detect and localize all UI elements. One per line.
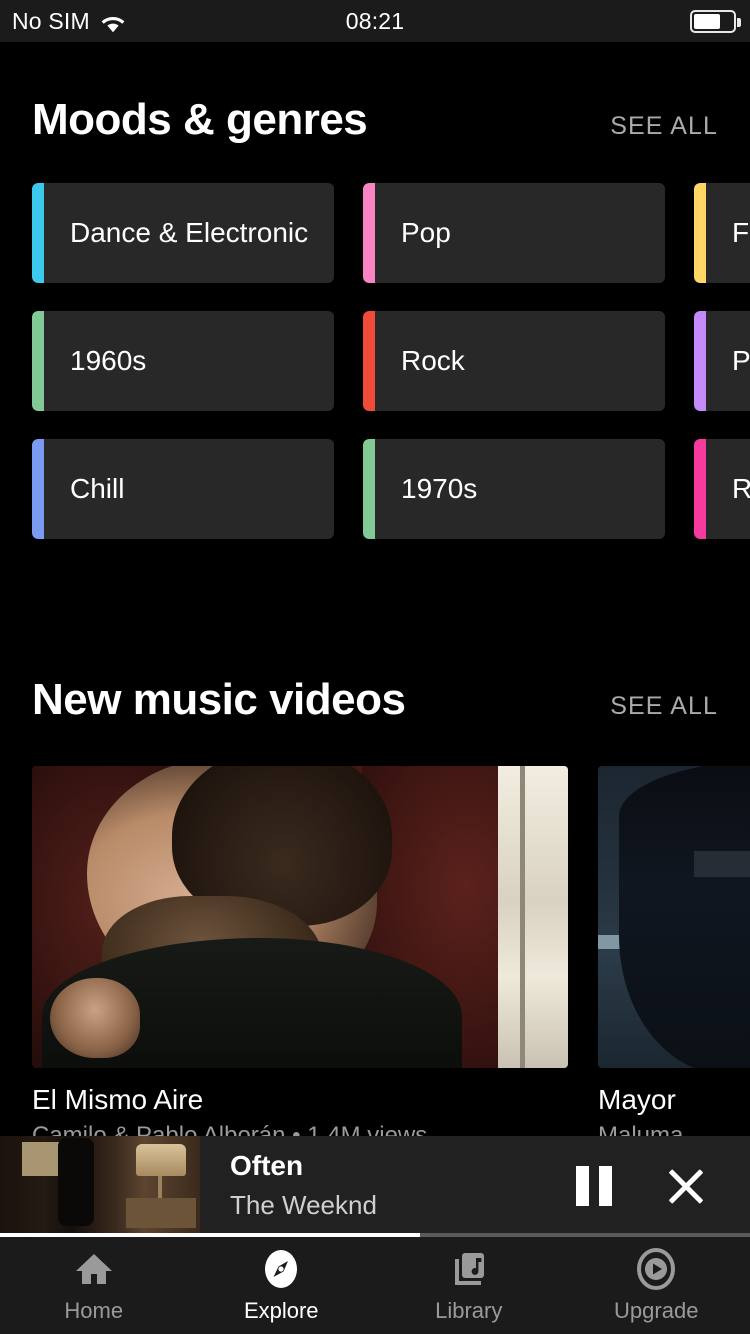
battery-icon [690,9,741,33]
compass-icon [260,1248,302,1290]
chip-label: 1970s [401,473,478,504]
video-title: Mayor [598,1084,676,1115]
chip-label: Pop [401,217,451,248]
genre-chip[interactable]: R [694,439,750,539]
chip-accent-bar [32,311,44,411]
mini-player-artist: The Weeknd [230,1190,377,1220]
genre-chip[interactable]: 1970s [363,439,665,539]
chip-accent-bar [363,439,375,539]
bottom-navigation-bar: Home Explore Library Upgrade [0,1237,750,1334]
thumbnail-artwork [598,766,750,1068]
pause-icon[interactable] [576,1166,612,1206]
chip-label: R [732,473,750,504]
chip-row: Chill 1970s R [0,439,750,539]
status-bar-right [690,9,741,33]
chip-label: 1960s [70,345,147,376]
genre-chip[interactable]: 1960s [32,311,334,411]
chip-accent-bar [32,439,44,539]
video-card[interactable]: El Mismo Aire Camilo & Pablo Alborán • 1… [32,766,568,1150]
video-thumbnail[interactable] [598,766,750,1068]
chip-row: 1960s Rock P [0,311,750,411]
nav-label: Library [435,1297,503,1323]
mini-player[interactable]: Often The Weeknd [0,1136,750,1233]
nav-item-upgrade[interactable]: Upgrade [563,1237,750,1334]
genre-chip[interactable]: F [694,183,750,283]
nav-item-library[interactable]: Library [375,1237,563,1334]
play-circle-icon [635,1247,677,1290]
moods-section-header: Moods & genres SEE ALL [0,95,750,145]
genre-chip[interactable]: Rock [363,311,665,411]
page-title: Moods & genres [32,95,368,144]
nav-label: Home [64,1297,124,1323]
video-title: El Mismo Aire [32,1084,204,1115]
genre-chip[interactable]: Dance & Electronic [32,183,334,283]
video-thumbnail[interactable] [32,766,568,1068]
chip-label: F [732,217,750,248]
chip-accent-bar [32,183,44,283]
home-icon [73,1248,115,1290]
chip-label: Dance & Electronic [70,217,309,248]
moods-genres-grid: Dance & Electronic Pop F 1960s Rock P Ch… [0,183,750,567]
nav-label: Explore [243,1297,319,1323]
mini-player-artwork [0,1136,200,1233]
library-music-icon [448,1248,490,1290]
chip-accent-bar [694,311,706,411]
video-row: El Mismo Aire Camilo & Pablo Alborán • 1… [0,766,750,1150]
videos-see-all-link[interactable]: SEE ALL [610,692,718,721]
battery-fill [694,13,721,29]
chip-row: Dance & Electronic Pop F [0,183,750,283]
genre-chip[interactable]: Pop [363,183,665,283]
nav-label: Upgrade [614,1297,699,1323]
mini-player-track-title: Often [230,1150,304,1181]
chip-label: Chill [70,473,125,504]
genre-chip[interactable]: Chill [32,439,334,539]
mini-player-thumbnail[interactable] [0,1136,200,1233]
videos-section-header: New music videos SEE ALL [0,675,750,725]
chip-label: Rock [401,345,465,376]
thumbnail-artwork [32,766,568,1068]
status-bar: No SIM 08:21 [0,0,750,42]
chip-label: P [732,345,750,376]
videos-section-title: New music videos [32,675,406,724]
mini-player-panel[interactable]: Often The Weeknd [200,1136,750,1233]
chip-accent-bar [363,183,375,283]
nav-item-home[interactable]: Home [0,1237,188,1334]
genre-chip[interactable]: P [694,311,750,411]
close-icon[interactable] [664,1164,708,1208]
app-root: No SIM 08:21 Moods & genres SEE ALL Danc… [0,0,750,1334]
new-music-videos-carousel[interactable]: El Mismo Aire Camilo & Pablo Alborán • 1… [0,766,750,1150]
video-card[interactable]: Mayor Maluma [598,766,750,1150]
nav-item-explore[interactable]: Explore [188,1237,376,1334]
clock-label: 08:21 [345,7,405,34]
chip-accent-bar [694,183,706,283]
chip-accent-bar [363,311,375,411]
mini-player-text: Often The Weeknd [230,1150,377,1221]
chip-accent-bar [694,439,706,539]
moods-see-all-link[interactable]: SEE ALL [610,112,718,141]
